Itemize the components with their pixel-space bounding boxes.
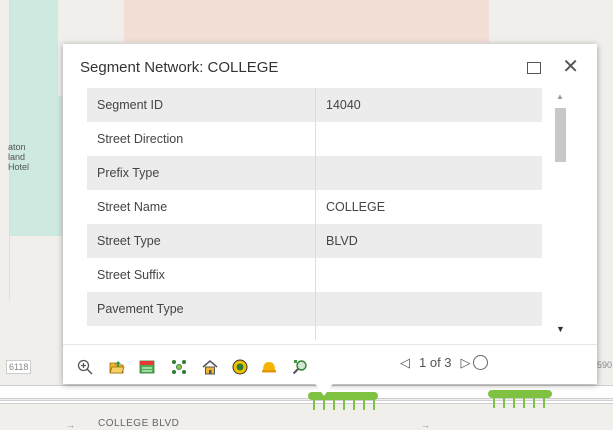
table-row: Segment ID 14040 bbox=[87, 88, 542, 122]
loading-spinner-icon bbox=[473, 355, 488, 370]
field-label: Street Direction bbox=[87, 122, 316, 156]
field-value: 14040 bbox=[315, 88, 542, 122]
field-value bbox=[315, 156, 542, 190]
popup-toolbar: ◁ 1 of 3 ▷ bbox=[63, 344, 597, 385]
pager: ◁ 1 of 3 ▷ bbox=[400, 355, 471, 371]
segment-popup: Segment Network: COLLEGE ✕ Segment ID 140… bbox=[63, 44, 597, 384]
select-features-icon[interactable] bbox=[171, 359, 187, 375]
field-value bbox=[315, 258, 542, 292]
table-row: Street Type BLVD bbox=[87, 224, 542, 258]
field-label: Pavement Type bbox=[87, 292, 316, 326]
field-label: Segment ID bbox=[87, 88, 316, 122]
parcel-number-left: 6118 bbox=[6, 360, 32, 374]
trees-icon-right bbox=[488, 390, 552, 408]
hard-hat-icon[interactable] bbox=[261, 359, 277, 375]
popup-header: Segment Network: COLLEGE ✕ bbox=[63, 44, 597, 84]
hotel-label: aton land Hotel bbox=[8, 142, 30, 172]
pager-text: 1 of 3 bbox=[419, 355, 452, 370]
popup-pointer bbox=[314, 382, 334, 396]
next-icon[interactable]: ▷ bbox=[461, 355, 471, 371]
scroll-down-icon[interactable]: ▼ bbox=[556, 324, 565, 334]
table-row: Pavement Type bbox=[87, 292, 542, 326]
dock-popup-button[interactable] bbox=[527, 62, 541, 74]
popup-title: Segment Network: COLLEGE bbox=[80, 59, 279, 76]
field-label: Street Type bbox=[87, 224, 316, 258]
target-icon[interactable] bbox=[232, 359, 248, 375]
table-row: Prefix Type bbox=[87, 156, 542, 190]
field-label bbox=[87, 326, 316, 340]
parcel-number-right: 590 bbox=[597, 360, 613, 370]
open-folder-icon[interactable] bbox=[109, 359, 125, 375]
field-value bbox=[315, 122, 542, 156]
table-row: Street Name COLLEGE bbox=[87, 190, 542, 224]
field-label: Prefix Type bbox=[87, 156, 316, 190]
building-block bbox=[124, 0, 489, 42]
scroll-thumb[interactable] bbox=[555, 108, 566, 162]
attribute-table-icon[interactable] bbox=[139, 359, 155, 375]
home-icon[interactable] bbox=[202, 359, 218, 375]
zoom-to-icon[interactable] bbox=[77, 359, 93, 375]
search-feature-icon[interactable] bbox=[292, 359, 308, 375]
field-label: Street Name bbox=[87, 190, 316, 224]
close-popup-button[interactable]: ✕ bbox=[562, 57, 579, 77]
field-value: COLLEGE bbox=[315, 190, 542, 224]
table-row bbox=[87, 326, 542, 340]
attribute-table-wrap[interactable]: Segment ID 14040 Street Direction Prefix … bbox=[87, 88, 573, 340]
attribute-table: Segment ID 14040 Street Direction Prefix … bbox=[87, 88, 542, 340]
field-value: BLVD bbox=[315, 224, 542, 258]
scroll-up-icon[interactable]: ▲ bbox=[556, 92, 564, 101]
street-name-label: COLLEGE BLVD bbox=[98, 418, 180, 429]
field-value bbox=[315, 292, 542, 326]
previous-icon[interactable]: ◁ bbox=[400, 355, 410, 371]
field-label: Street Suffix bbox=[87, 258, 316, 292]
oneway-arrow-right: → bbox=[421, 420, 430, 430]
oneway-arrow-left: → bbox=[66, 420, 75, 430]
table-row: Street Suffix bbox=[87, 258, 542, 292]
table-row: Street Direction bbox=[87, 122, 542, 156]
field-value bbox=[315, 326, 542, 340]
table-scrollbar[interactable]: ▲ ▼ bbox=[552, 92, 569, 334]
